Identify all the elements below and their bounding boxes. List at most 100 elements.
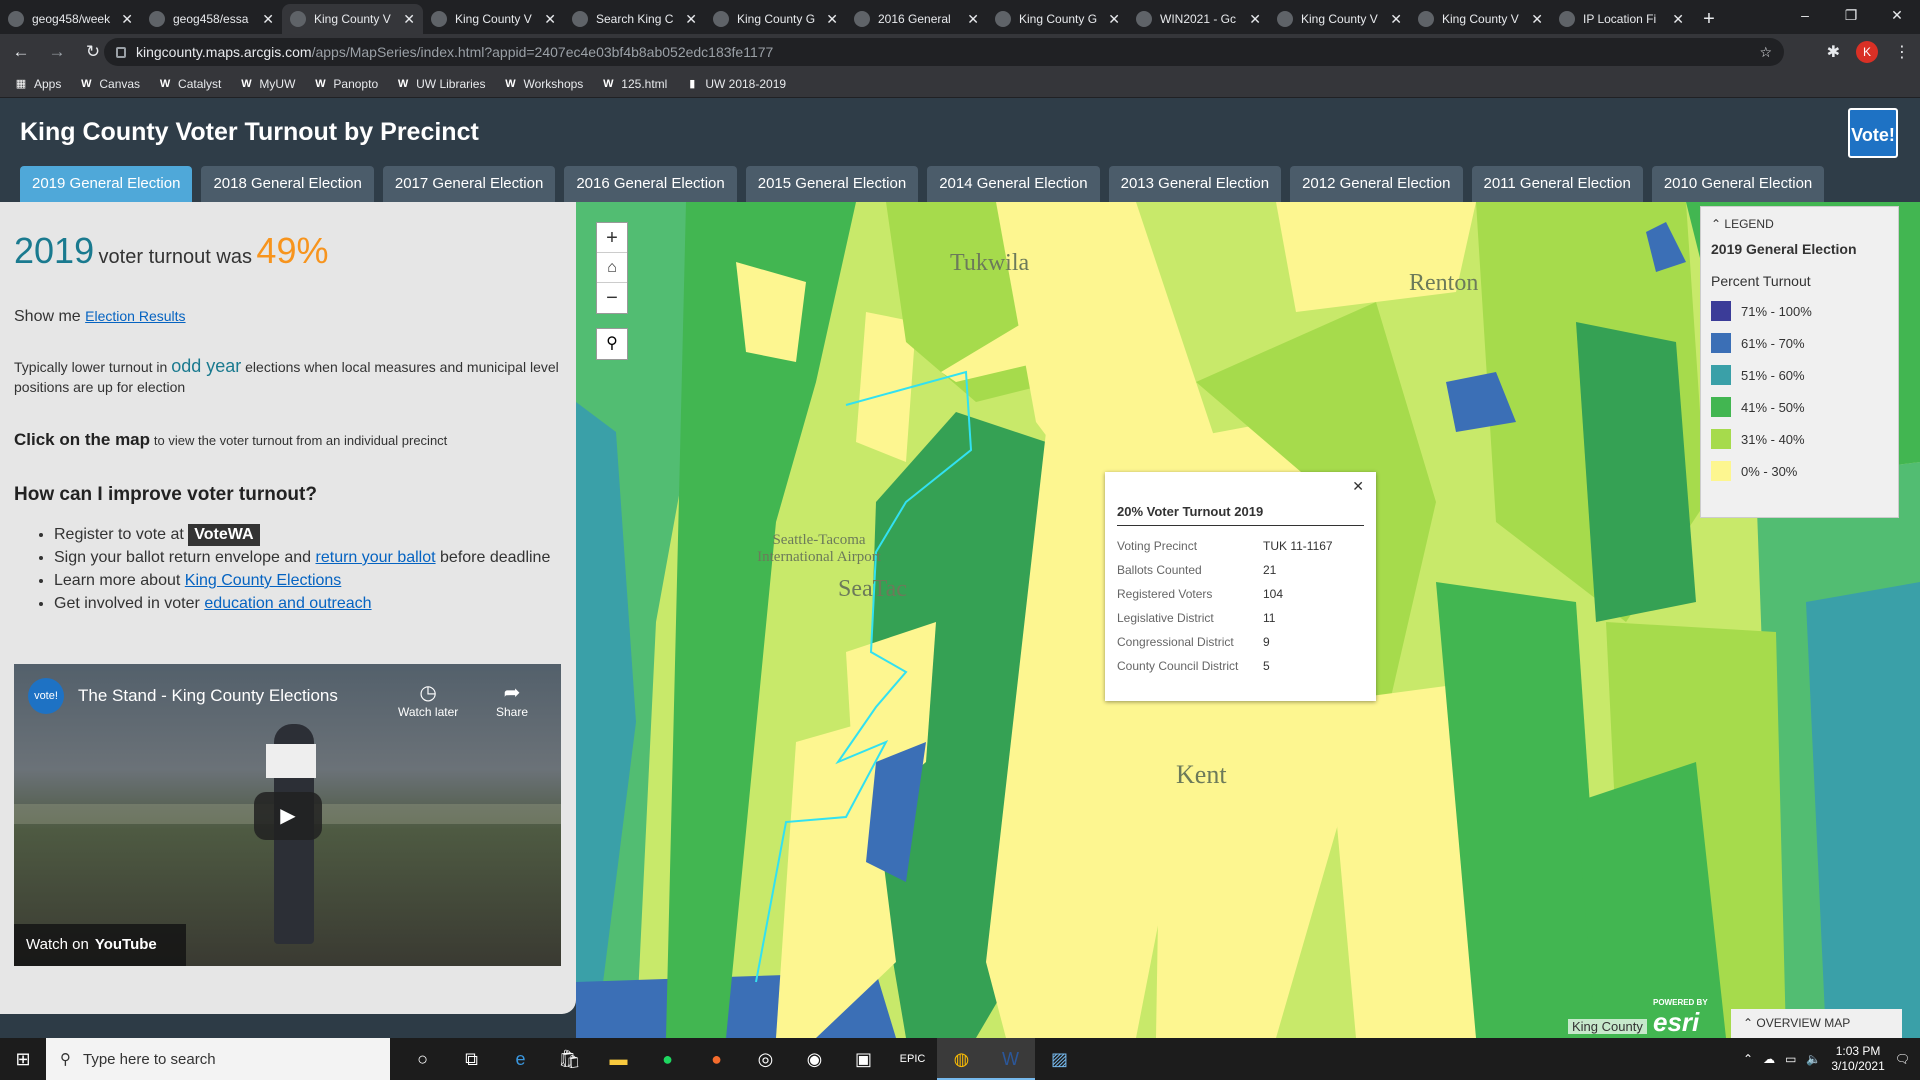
tab-election-3[interactable]: 2016 General Election [564, 166, 737, 202]
legend-header[interactable]: ⌃ LEGEND [1711, 217, 1888, 231]
tab-close-icon[interactable]: ✕ [1672, 11, 1684, 28]
new-tab-button[interactable]: + [1692, 4, 1726, 34]
tab-close-icon[interactable]: ✕ [121, 11, 133, 28]
tab-election-7[interactable]: 2012 General Election [1290, 166, 1463, 202]
bookmark-star-icon[interactable]: ☆ [1759, 44, 1772, 61]
bookmark-item[interactable]: W 125.html [601, 77, 667, 91]
map-search-icon[interactable]: ⚲ [596, 328, 628, 360]
back-icon[interactable]: ← [6, 42, 36, 62]
epic-games-icon[interactable]: EPIC [888, 1038, 937, 1080]
spotify-icon[interactable]: ● [643, 1038, 692, 1080]
tab-label: 2016 General [878, 12, 951, 26]
king-county-elections-link[interactable]: King County Elections [185, 572, 342, 589]
bookmark-item[interactable]: W Workshops [503, 77, 583, 91]
bookmark-item[interactable]: ▮ UW 2018-2019 [685, 77, 786, 91]
browser-tab[interactable]: IP Location Fi ✕ [1551, 4, 1692, 34]
browser-tab[interactable]: King County G ✕ [987, 4, 1128, 34]
gog-icon[interactable]: ◎ [741, 1038, 790, 1080]
education-outreach-link[interactable]: education and outreach [204, 595, 371, 612]
close-icon[interactable]: ✕ [1352, 478, 1364, 495]
extensions-icon[interactable]: ✱ [1827, 42, 1840, 62]
onedrive-icon[interactable]: ☁ [1763, 1052, 1775, 1066]
tab-close-icon[interactable]: ✕ [1531, 11, 1543, 28]
tab-label: King County V [1301, 12, 1378, 26]
photos-icon[interactable]: ▨ [1035, 1038, 1084, 1080]
chevron-up-icon[interactable]: ⌃ [1711, 217, 1721, 231]
tab-close-icon[interactable]: ✕ [1249, 11, 1261, 28]
store-icon[interactable]: 🛍 [545, 1038, 594, 1080]
task-view-icon[interactable]: ⧉ [447, 1038, 496, 1080]
browser-tab[interactable]: geog458/week ✕ [0, 4, 141, 34]
tab-close-icon[interactable]: ✕ [826, 11, 838, 28]
restore-button[interactable]: ❐ [1828, 0, 1874, 30]
bookmark-item[interactable]: W UW Libraries [396, 77, 486, 91]
steam-icon[interactable]: ◉ [790, 1038, 839, 1080]
edge-icon[interactable]: e [496, 1038, 545, 1080]
browser-tab[interactable]: King County V ✕ [423, 4, 564, 34]
browser-tab[interactable]: King County V ✕ [1410, 4, 1551, 34]
tab-election-9[interactable]: 2010 General Election [1651, 166, 1825, 202]
zoom-in-icon[interactable]: + [597, 223, 627, 253]
watch-later-button[interactable]: ◷ Watch later [398, 680, 458, 719]
browser-tab[interactable]: King County G ✕ [705, 4, 846, 34]
origin-icon[interactable]: ● [692, 1038, 741, 1080]
minimize-button[interactable]: – [1782, 0, 1828, 30]
zoom-out-icon[interactable]: − [597, 283, 627, 313]
play-icon[interactable]: ▶ [254, 792, 322, 840]
share-button[interactable]: ➦ Share [496, 680, 528, 719]
bookmark-item[interactable]: ▦ Apps [14, 77, 62, 91]
overview-map-toggle[interactable]: ⌃ OVERVIEW MAP [1731, 1009, 1902, 1038]
chrome-icon[interactable]: ◍ [937, 1038, 986, 1080]
browser-tab[interactable]: 2016 General ✕ [846, 4, 987, 34]
word-icon[interactable]: W [986, 1038, 1035, 1080]
tab-close-icon[interactable]: ✕ [685, 11, 697, 28]
discord-icon[interactable]: ▣ [839, 1038, 888, 1080]
watch-on-youtube-button[interactable]: Watch on YouTube [14, 924, 186, 966]
volume-icon[interactable]: 🔈 [1806, 1052, 1821, 1066]
browser-tab[interactable]: Search King C ✕ [564, 4, 705, 34]
tab-election-1[interactable]: 2018 General Election [201, 166, 374, 202]
taskbar-search-input[interactable]: ⚲ Type here to search [46, 1038, 390, 1080]
profile-avatar[interactable]: K [1856, 41, 1878, 63]
bookmark-item[interactable]: W Canvas [79, 77, 140, 91]
clock[interactable]: 1:03 PM 3/10/2021 [1831, 1044, 1884, 1074]
notifications-icon[interactable]: 🗨 [1895, 1052, 1910, 1066]
bookmark-item[interactable]: W MyUW [239, 77, 295, 91]
tab-close-icon[interactable]: ✕ [1390, 11, 1402, 28]
close-window-button[interactable]: ✕ [1874, 0, 1920, 30]
tab-election-2[interactable]: 2017 General Election [382, 166, 556, 202]
browser-tab[interactable]: geog458/essa ✕ [141, 4, 282, 34]
bookmark-item[interactable]: W Catalyst [158, 77, 222, 91]
tab-close-icon[interactable]: ✕ [544, 11, 556, 28]
forward-icon[interactable]: → [42, 42, 72, 62]
cortana-icon[interactable]: ○ [398, 1038, 447, 1080]
clock-icon: ◷ [419, 682, 437, 704]
tab-election-0[interactable]: 2019 General Election [20, 166, 193, 202]
tab-close-icon[interactable]: ✕ [262, 11, 274, 28]
tab-election-6[interactable]: 2013 General Election [1108, 166, 1282, 202]
browser-tab[interactable]: King County V ✕ [1269, 4, 1410, 34]
legend-item: 0% - 30% [1711, 461, 1888, 481]
bookmark-item[interactable]: W Panopto [313, 77, 378, 91]
tab-election-4[interactable]: 2015 General Election [745, 166, 919, 202]
browser-tab[interactable]: King County V ✕ [282, 4, 423, 34]
url-input[interactable]: kingcounty.maps.arcgis.com/apps/MapSerie… [104, 38, 1784, 66]
election-results-link[interactable]: Election Results [85, 308, 185, 324]
return-ballot-link[interactable]: return your ballot [316, 549, 436, 566]
file-explorer-icon[interactable]: ▬ [594, 1038, 643, 1080]
home-icon[interactable]: ⌂ [597, 253, 627, 283]
tab-election-8[interactable]: 2011 General Election [1471, 166, 1643, 202]
browser-tab[interactable]: WIN2021 - Gc ✕ [1128, 4, 1269, 34]
menu-icon[interactable]: ⋮ [1894, 42, 1910, 62]
tab-close-icon[interactable]: ✕ [1108, 11, 1120, 28]
video-title[interactable]: The Stand - King County Elections [78, 686, 338, 706]
votewa-link[interactable]: VoteWA [188, 524, 260, 546]
channel-icon[interactable]: vote! [28, 678, 64, 714]
network-icon[interactable]: ▭ [1785, 1052, 1796, 1066]
tab-close-icon[interactable]: ✕ [403, 11, 415, 28]
tab-close-icon[interactable]: ✕ [967, 11, 979, 28]
windows-start-icon[interactable]: ⊞ [0, 1049, 46, 1070]
tray-chevron-icon[interactable]: ⌃ [1743, 1052, 1753, 1066]
youtube-video-embed[interactable]: vote! The Stand - King County Elections … [14, 664, 561, 966]
tab-election-5[interactable]: 2014 General Election [927, 166, 1100, 202]
